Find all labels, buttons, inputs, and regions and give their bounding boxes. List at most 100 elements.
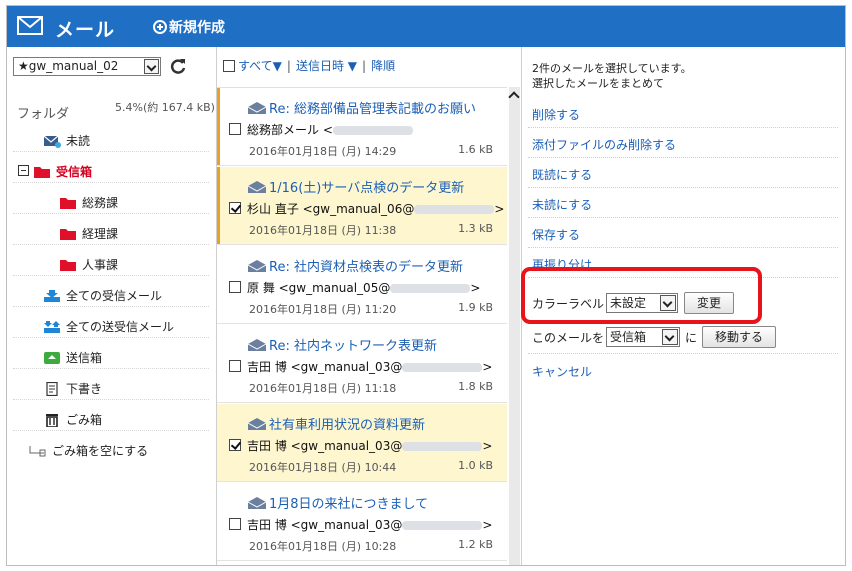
account-select[interactable]: ★gw_manual_02	[13, 57, 161, 76]
trash-icon	[46, 413, 58, 427]
message-checkbox[interactable]	[229, 202, 241, 214]
move-folder-value: 受信箱	[610, 330, 647, 344]
empty-trash-label: ごみ箱を空にする	[52, 444, 149, 458]
folder-heading: フォルダ	[17, 107, 70, 122]
sidebar-item-inbox[interactable]: 受信箱	[33, 163, 92, 180]
scroll-up-icon[interactable]	[508, 91, 520, 103]
inbox-download-icon	[44, 289, 60, 302]
sender-text: 吉田 博 <gw_manual_03@	[247, 360, 403, 374]
empty-trash-link[interactable]: ごみ箱を空にする	[27, 442, 148, 459]
mark-read-link[interactable]: 既読にする	[532, 166, 837, 183]
message-size: 1.3 kB	[458, 222, 493, 235]
sidebar-item-all-sent-received[interactable]: 全ての送受信メール	[43, 318, 174, 335]
divider	[13, 430, 209, 431]
sidebar-item-label: 全ての受信メール	[66, 289, 163, 303]
sidebar-item-outbox[interactable]: 送信箱	[43, 349, 102, 366]
divider	[528, 127, 838, 128]
save-link[interactable]: 保存する	[532, 226, 837, 243]
cancel-link[interactable]: キャンセル	[532, 363, 837, 380]
sidebar-item-label: 全ての送受信メール	[66, 320, 175, 334]
sender-text-end: >	[470, 281, 481, 295]
collapse-icon[interactable]	[18, 165, 29, 176]
message-row[interactable]: Re: 社内ネットワーク表更新 吉田 博 <gw_manual_03@ > 201…	[217, 325, 507, 403]
message-row[interactable]: Re: 総務部備品管理表記載のお願い 総務部メール < 2016年01月18日 …	[217, 88, 507, 166]
divider	[13, 306, 209, 307]
message-subject[interactable]: Re: 社内ネットワーク表更新	[247, 335, 437, 354]
redacted-address	[402, 521, 483, 530]
opened-mail-icon	[247, 496, 267, 509]
move-folder-select[interactable]: 受信箱	[606, 327, 681, 347]
message-sender: 吉田 博 <gw_manual_03@ >	[247, 516, 492, 533]
sort-by-date-dropdown[interactable]: 送信日時 ▼	[296, 57, 357, 74]
message-row[interactable]: 社有車利用状況の資料更新 吉田 博 <gw_manual_03@ > 2016年0…	[217, 404, 507, 482]
selection-info: 2件のメールを選択しています。 選択したメールをまとめて	[532, 61, 692, 91]
move-particle: に	[685, 330, 698, 345]
message-subject-text: 1月8日の来社につきまして	[269, 497, 429, 512]
folder-icon	[60, 197, 76, 209]
chevron-down-icon[interactable]	[144, 59, 159, 74]
divider	[528, 353, 838, 354]
message-row[interactable]: 1/16(土)サーバ点検のデータ更新 杉山 直子 <gw_manual_06@ >…	[217, 167, 507, 245]
mark-unread-link[interactable]: 未読にする	[532, 196, 837, 213]
delete-attachments-link[interactable]: 添付ファイルのみ削除する	[532, 136, 837, 153]
message-checkbox[interactable]	[229, 518, 241, 530]
message-date: 2016年01月18日 (月) 14:29	[249, 145, 397, 158]
message-subject[interactable]: 1/16(土)サーバ点検のデータ更新	[247, 177, 464, 196]
app-title: メール	[55, 19, 116, 41]
unread-mail-icon	[43, 135, 61, 148]
sidebar-item-trash[interactable]: ごみ箱	[43, 411, 102, 428]
message-list-panel: すべて▼ | 送信日時 ▼ | 降順 Re: 総務部備品管理表記載のお願い 総務…	[217, 47, 520, 565]
message-checkbox[interactable]	[229, 439, 241, 451]
sidebar-item-unread[interactable]: 未読	[43, 132, 90, 149]
message-row[interactable]: Re: 社内資材点検表のデータ更新 原 舞 <gw_manual_05@ > 20…	[217, 246, 507, 324]
sender-text: 杉山 直子 <gw_manual_06@	[247, 202, 415, 216]
message-subject[interactable]: Re: 社内資材点検表のデータ更新	[247, 256, 463, 275]
message-sender: 杉山 直子 <gw_manual_06@ >	[247, 200, 504, 217]
message-checkbox[interactable]	[229, 281, 241, 293]
sidebar-item-general-affairs[interactable]: 総務課	[59, 194, 118, 211]
sidebar-item-accounting[interactable]: 経理課	[59, 225, 118, 242]
delete-link[interactable]: 削除する	[532, 106, 837, 123]
redacted-address	[402, 442, 483, 451]
divider	[528, 157, 838, 158]
opened-mail-icon	[247, 338, 267, 351]
opened-mail-icon	[247, 101, 267, 114]
refresh-icon[interactable]	[170, 57, 186, 75]
message-size: 1.8 kB	[458, 380, 493, 393]
divider	[13, 275, 209, 276]
sidebar-item-label: 受信箱	[56, 165, 93, 179]
highlight-callout	[521, 267, 762, 324]
sidebar-item-drafts[interactable]: 下書き	[43, 380, 102, 397]
redacted-address	[332, 126, 413, 135]
divider	[13, 399, 209, 400]
message-size: 1.0 kB	[458, 459, 493, 472]
message-checkbox[interactable]	[229, 360, 241, 372]
sort-order-link[interactable]: 降順	[371, 57, 395, 74]
folder-sidebar: ★gw_manual_02 フォルダ 5.4%(約 167.4 kB) 未読 受…	[7, 47, 217, 565]
message-subject[interactable]: 社有車利用状況の資料更新	[247, 414, 425, 433]
compose-label: 新規作成	[169, 20, 225, 36]
message-size: 1.9 kB	[458, 301, 493, 314]
quota-usage: 5.4%(約 167.4 kB)	[115, 101, 215, 114]
select-all-checkbox[interactable]	[223, 59, 235, 72]
message-date: 2016年01月18日 (月) 10:44	[249, 461, 397, 474]
message-size: 1.2 kB	[458, 538, 493, 551]
message-subject[interactable]: 1月8日の来社につきまして	[247, 493, 428, 512]
move-button[interactable]: 移動する	[702, 326, 777, 348]
message-sender: 吉田 博 <gw_manual_03@ >	[247, 437, 492, 454]
divider	[528, 187, 838, 188]
message-subject[interactable]: Re: 総務部備品管理表記載のお願い	[247, 98, 476, 117]
draft-document-icon	[46, 381, 58, 396]
list-scrollbar[interactable]	[508, 87, 520, 565]
opened-mail-icon	[247, 180, 267, 193]
message-checkbox[interactable]	[229, 123, 241, 135]
chevron-down-icon[interactable]	[662, 329, 679, 345]
sidebar-item-hr[interactable]: 人事課	[59, 256, 118, 273]
sender-text: 吉田 博 <gw_manual_03@	[247, 518, 403, 532]
app-header: メール 新規作成	[7, 6, 845, 47]
bulk-instruction-text: 選択したメールをまとめて	[532, 77, 664, 90]
compose-button[interactable]: 新規作成	[153, 17, 225, 37]
sidebar-item-all-received[interactable]: 全ての受信メール	[43, 287, 162, 304]
message-row[interactable]: 1月8日の来社につきまして 吉田 博 <gw_manual_03@ > 2016年…	[217, 483, 507, 561]
select-all-dropdown[interactable]: すべて▼	[238, 57, 282, 74]
